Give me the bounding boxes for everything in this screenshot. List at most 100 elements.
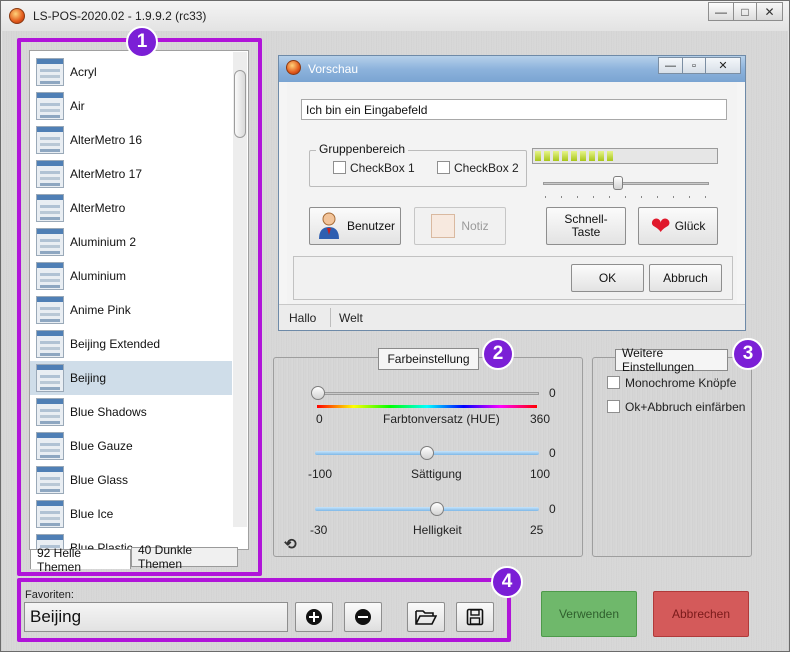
saturation-max: 100 — [530, 467, 551, 481]
preview-slider-track[interactable] — [543, 182, 709, 185]
brightness-max: 25 — [530, 523, 544, 537]
theme-thumbnail — [36, 126, 64, 154]
reset-refresh-icon[interactable]: ⟲ — [284, 535, 297, 553]
theme-list-item[interactable]: AlterMetro 16 — [30, 123, 232, 157]
note-button[interactable]: Notiz — [414, 207, 506, 245]
status-text-1: Hallo — [289, 311, 317, 325]
luck-button[interactable]: ❤ Glück — [638, 207, 718, 245]
apply-button[interactable]: Verwenden — [541, 591, 637, 637]
theme-thumbnail — [36, 228, 64, 256]
theme-name: Anime Pink — [70, 303, 131, 317]
preview-maximize-button[interactable]: ▫ — [682, 57, 706, 74]
theme-name: AlterMetro 16 — [70, 133, 143, 147]
window-title: LS-POS-2020.02 - 1.9.9.2 (rc33) — [33, 9, 207, 23]
remove-favorite-button[interactable] — [344, 602, 382, 632]
user-button[interactable]: Benutzer — [309, 207, 401, 245]
favorites-select[interactable]: Beijing — [24, 602, 288, 632]
theme-list-item[interactable]: Beijing — [30, 361, 232, 395]
title-bar: LS-POS-2020.02 - 1.9.9.2 (rc33) — □ ✕ — [1, 1, 789, 31]
saturation-value: 0 — [549, 446, 556, 460]
tab-dark-themes[interactable]: 40 Dunkle Themen — [131, 543, 238, 571]
add-favorite-button[interactable] — [295, 602, 333, 632]
heart-icon: ❤ — [650, 212, 671, 240]
badge-3: 3 — [732, 338, 764, 370]
favorites-label: Favoriten: — [25, 589, 74, 601]
theme-list-item[interactable]: AlterMetro — [30, 191, 232, 225]
theme-list-item[interactable]: Beijing Extended — [30, 327, 232, 361]
scroll-thumb[interactable] — [234, 70, 246, 138]
theme-thumbnail — [36, 432, 64, 460]
saturation-slider-knob[interactable] — [420, 446, 434, 460]
user-button-label: Benutzer — [346, 219, 396, 233]
note-button-label: Notiz — [461, 219, 489, 233]
theme-name: Acryl — [70, 65, 97, 79]
progress-segment — [544, 151, 552, 161]
theme-name: Beijing Extended — [70, 337, 161, 351]
tab-light-themes[interactable]: 92 Helle Themen — [30, 546, 131, 574]
brightness-slider-track[interactable] — [315, 507, 539, 511]
badge-1: 1 — [126, 26, 158, 58]
theme-list-item[interactable]: Anime Pink — [30, 293, 232, 327]
badge-2: 2 — [482, 338, 514, 370]
minus-circle-icon — [355, 609, 371, 625]
preview-close-button[interactable]: ✕ — [705, 57, 741, 74]
theme-list-item[interactable]: Aluminium 2 — [30, 225, 232, 259]
minimize-button[interactable]: — — [708, 2, 734, 21]
brightness-label: Helligkeit — [413, 523, 462, 537]
color-ok-cancel-checkbox[interactable] — [607, 400, 620, 413]
save-button[interactable] — [456, 602, 494, 632]
close-button[interactable]: ✕ — [756, 2, 783, 21]
note-icon — [431, 214, 456, 238]
group-label: Gruppenbereich — [316, 142, 409, 156]
preview-progress-bar — [532, 148, 718, 164]
brightness-slider-knob[interactable] — [429, 502, 444, 516]
brightness-value: 0 — [549, 502, 556, 516]
theme-thumbnail — [36, 262, 64, 290]
progress-segment — [553, 151, 561, 161]
saturation-min: -100 — [308, 467, 333, 481]
progress-segment — [562, 151, 570, 161]
theme-name: Aluminium — [70, 269, 127, 283]
hue-label: Farbtonversatz (HUE) — [383, 412, 500, 426]
open-folder-button[interactable] — [407, 602, 445, 632]
theme-list-item[interactable]: AlterMetro 17 — [30, 157, 232, 191]
theme-name: AlterMetro 17 — [70, 167, 143, 181]
theme-list[interactable]: Acryl Air AlterMetro 16 AlterMetro 17 AlterM… — [29, 50, 249, 550]
theme-thumbnail — [36, 364, 64, 392]
theme-list-item[interactable]: Air — [30, 89, 232, 123]
cancel-button[interactable]: Abbrechen — [653, 591, 749, 637]
theme-list-item[interactable]: Acryl — [30, 55, 232, 89]
theme-thumbnail — [36, 500, 64, 528]
theme-list-scrollbar[interactable] — [233, 52, 247, 527]
slider-ticks — [545, 196, 709, 198]
preview-minimize-button[interactable]: — — [658, 57, 683, 74]
maximize-button[interactable]: □ — [733, 2, 757, 21]
preview-text-input[interactable]: Ich bin ein Eingabefeld — [301, 99, 727, 120]
preview-cancel-button[interactable]: Abbruch — [649, 264, 722, 292]
progress-segment — [598, 151, 606, 161]
color-ok-cancel-label: Ok+Abbruch einfärben — [625, 400, 746, 414]
checkbox-2-label: CheckBox 2 — [454, 161, 519, 175]
theme-thumbnail — [36, 92, 64, 120]
hue-slider-track[interactable] — [315, 392, 539, 395]
theme-list-item[interactable]: Blue Shadows — [30, 395, 232, 429]
theme-name: Blue Glass — [70, 473, 129, 487]
monochrome-buttons-checkbox[interactable] — [607, 376, 620, 389]
theme-list-item[interactable]: Aluminium — [30, 259, 232, 293]
checkbox-1[interactable] — [333, 161, 346, 174]
theme-name: Air — [70, 99, 85, 113]
quick-key-button[interactable]: Schnell-Taste — [546, 207, 626, 245]
theme-thumbnail — [36, 160, 64, 188]
theme-list-item[interactable]: Blue Ice — [30, 497, 232, 531]
theme-list-item[interactable]: Blue Gauze — [30, 429, 232, 463]
checkbox-2[interactable] — [437, 161, 450, 174]
status-divider — [330, 308, 331, 327]
hue-slider-knob[interactable] — [311, 386, 325, 400]
theme-list-item[interactable]: Blue Glass — [30, 463, 232, 497]
preview-title: Vorschau — [308, 62, 359, 76]
preview-slider-knob[interactable] — [613, 176, 624, 190]
progress-segment — [580, 151, 588, 161]
badge-4: 4 — [491, 566, 523, 598]
hue-max: 360 — [530, 412, 551, 426]
preview-ok-button[interactable]: OK — [571, 264, 644, 292]
